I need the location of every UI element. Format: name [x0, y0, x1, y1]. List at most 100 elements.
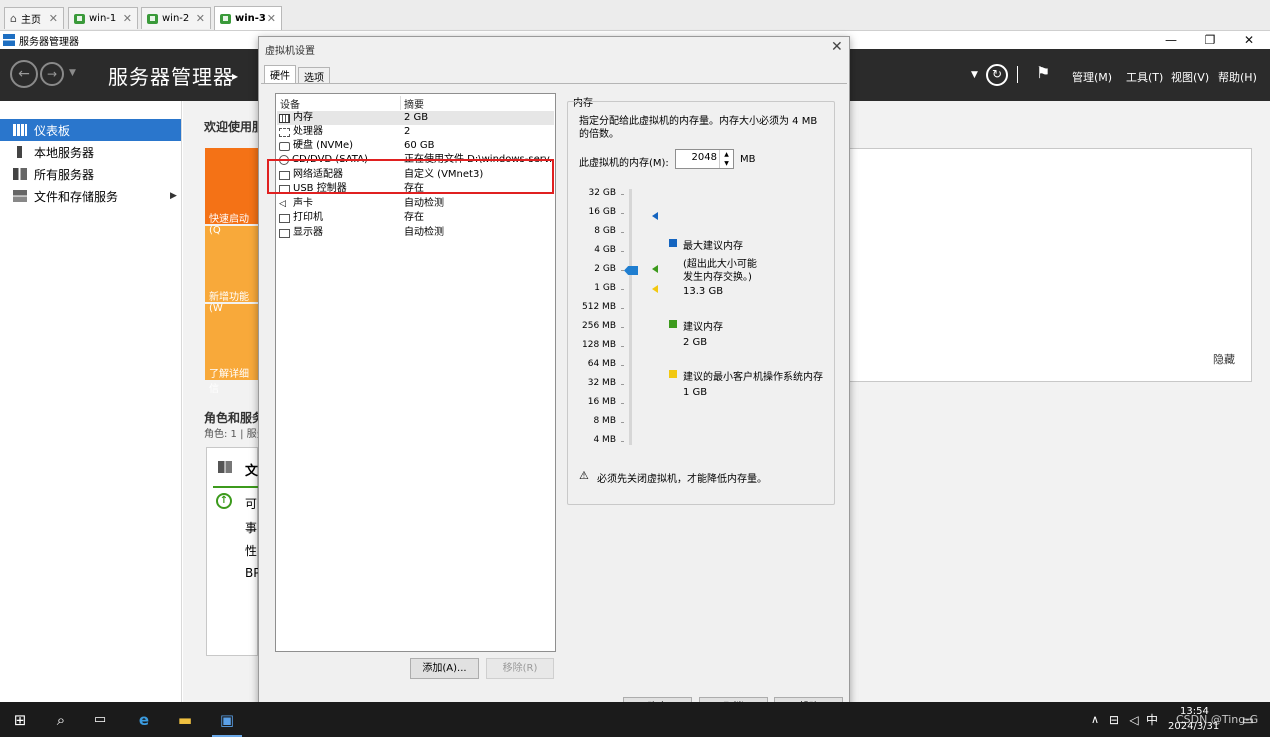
chevron-right-icon[interactable]: ▶: [170, 191, 177, 201]
menu-manage[interactable]: 管理(M): [1072, 69, 1112, 85]
device-row-display[interactable]: 显示器 自动检测: [277, 226, 554, 240]
sidebar-item-local-server[interactable]: 本地服务器: [0, 141, 181, 163]
whats-new-label: 新增功能(W: [209, 292, 249, 314]
vm-settings-dialog: 虚拟机设置 ✕ 硬件 选项 设备 摘要 内存 2 GB 处理器 2 硬盘 (NV…: [258, 36, 850, 720]
menu-view[interactable]: 视图(V): [1171, 69, 1209, 85]
vmware-tab-strip: ⌂ 主页 ✕ win-1 ✕ win-2 ✕ win-3 ✕: [0, 0, 1270, 31]
max-legend-swatch: [669, 239, 677, 247]
min-legend-title: 建议的最小客户机操作系统内存: [683, 372, 823, 383]
learn-more-label: 了解详细信: [209, 369, 249, 395]
device-summary: 自动检测: [404, 227, 444, 238]
task-view-icon[interactable]: ▭: [88, 708, 112, 732]
tab-home[interactable]: ⌂ 主页 ✕: [4, 7, 64, 29]
memory-scale-tick-mark: [621, 213, 624, 214]
windows-start-icon[interactable]: ⊞: [8, 708, 32, 732]
memory-scale-tick: 4 MB: [593, 435, 616, 445]
notification-icon[interactable]: ▭: [1236, 708, 1260, 732]
minimize-button[interactable]: —: [1152, 31, 1190, 49]
close-button[interactable]: ✕: [1230, 31, 1268, 49]
hide-link[interactable]: 隐藏: [1213, 351, 1235, 367]
close-icon[interactable]: ✕: [196, 12, 205, 25]
device-name: 显示器: [293, 227, 323, 238]
sidebar-item-dashboard[interactable]: 仪表板: [0, 119, 181, 141]
device-row-sound-card[interactable]: ◁ 声卡 自动检测: [277, 197, 554, 211]
tab-options[interactable]: 选项: [298, 67, 330, 84]
menu-help[interactable]: 帮助(H): [1218, 69, 1257, 85]
vm-icon: [74, 13, 85, 24]
sidebar-item-file-storage[interactable]: 文件和存储服务 ▶: [0, 185, 181, 207]
memory-scale-tick-mark: [621, 232, 624, 233]
tab-win-2[interactable]: win-2 ✕: [141, 7, 211, 29]
memory-scale-tick-mark: [621, 327, 624, 328]
quick-start-label: 快速启动(Q: [209, 214, 249, 236]
max-legend-note: 发生内存交换。): [683, 272, 752, 283]
add-button[interactable]: 添加(A)...: [410, 658, 479, 679]
highlight-box: [267, 159, 554, 194]
tab-win-1[interactable]: win-1 ✕: [68, 7, 138, 29]
close-icon[interactable]: ✕: [267, 12, 276, 25]
device-summary: 自动检测: [404, 198, 444, 209]
spin-down-icon[interactable]: ▼: [719, 159, 733, 168]
nav-dropdown-icon[interactable]: ▼: [69, 68, 76, 78]
role-tile-title: 文: [245, 464, 259, 479]
device-row-memory[interactable]: 内存 2 GB: [277, 111, 554, 125]
close-icon[interactable]: ✕: [49, 12, 58, 25]
server-icon: [17, 146, 22, 158]
back-button[interactable]: ←: [10, 60, 38, 88]
flag-icon[interactable]: ⚑: [1036, 63, 1050, 82]
memory-icon: [279, 113, 290, 123]
dropdown-icon[interactable]: ▼: [971, 70, 978, 80]
device-row-hard-disk[interactable]: 硬盘 (NVMe) 60 GB: [277, 139, 554, 153]
sidebar-item-label: 仪表板: [34, 123, 71, 138]
max-legend-title: 最大建议内存: [683, 241, 743, 252]
refresh-icon[interactable]: ↻: [986, 64, 1008, 86]
memory-scale-tick: 128 MB: [582, 340, 616, 350]
min-legend-value: 1 GB: [683, 387, 708, 398]
server-manager-icon: [3, 34, 15, 46]
tab-label: win-2: [162, 13, 190, 24]
device-row-printer[interactable]: 打印机 存在: [277, 211, 554, 225]
separator: [1017, 66, 1018, 83]
remove-button[interactable]: 移除(R): [486, 658, 554, 679]
tab-win-3[interactable]: win-3 ✕: [214, 6, 282, 30]
device-name: 处理器: [293, 126, 323, 137]
role-tile-row[interactable]: 可: [245, 495, 257, 512]
role-tile-row[interactable]: 事: [245, 519, 257, 536]
server-manager-icon[interactable]: ▣: [215, 708, 239, 732]
restore-button[interactable]: ❐: [1191, 31, 1229, 49]
search-icon[interactable]: ⌕: [49, 708, 73, 732]
close-icon[interactable]: ✕: [123, 12, 132, 25]
memory-slider-track[interactable]: [629, 189, 632, 445]
device-name: 硬盘 (NVMe): [293, 140, 354, 151]
column-header-summary: 摘要: [404, 100, 424, 111]
role-tile-row[interactable]: 性: [245, 542, 257, 559]
welcome-heading: 欢迎使用服: [204, 120, 265, 134]
device-row-processor[interactable]: 处理器 2: [277, 125, 554, 139]
memory-scale-tick: 512 MB: [582, 302, 616, 312]
forward-button[interactable]: →: [40, 62, 64, 86]
warning-icon: ⚠: [579, 469, 589, 482]
device-summary: 60 GB: [404, 140, 435, 151]
taskbar: ⊞ ⌕ ▭ e ▬ ▣ ∧ ⊟ ◁ 中 13:54 2024/3/31 CSDN…: [0, 702, 1270, 737]
memory-scale-tick-mark: [621, 365, 624, 366]
menu-tools[interactable]: 工具(T): [1126, 69, 1163, 85]
file-explorer-icon[interactable]: ▬: [173, 708, 197, 732]
sidebar-item-all-servers[interactable]: 所有服务器: [0, 163, 181, 185]
memory-scale-tick-mark: [621, 441, 624, 442]
spin-up-icon[interactable]: ▲: [719, 150, 733, 159]
sidebar-item-label: 文件和存储服务: [34, 189, 119, 204]
tab-label: win-1: [89, 13, 117, 24]
close-icon[interactable]: ✕: [831, 39, 843, 55]
max-legend-value: 13.3 GB: [683, 286, 724, 297]
tab-label: win-3: [235, 13, 266, 24]
dialog-title: 虚拟机设置: [265, 46, 315, 57]
ime-indicator[interactable]: 中: [1140, 708, 1164, 732]
vm-icon: [147, 13, 158, 24]
dashboard-icon: [13, 124, 27, 136]
memory-scale-tick-mark: [621, 251, 624, 252]
memory-unit: MB: [740, 154, 756, 165]
roles-heading: 角色和服务: [204, 411, 265, 425]
tab-hardware[interactable]: 硬件: [264, 65, 296, 83]
ie-icon[interactable]: e: [132, 708, 156, 732]
min-legend-swatch: [669, 370, 677, 378]
